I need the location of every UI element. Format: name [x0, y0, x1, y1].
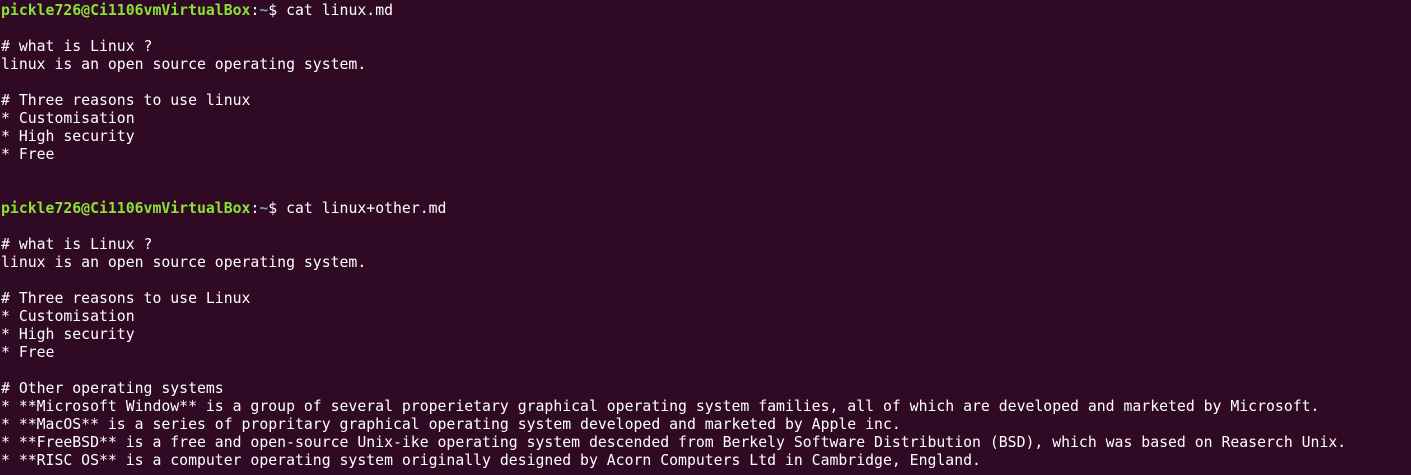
output-line: * **RISC OS** is a computer operating sy…	[1, 452, 981, 469]
output-line: linux is an open source operating system…	[1, 56, 367, 73]
output-line: # Three reasons to use Linux	[1, 290, 251, 307]
output-line: * **FreeBSD** is a free and open-source …	[1, 434, 1347, 451]
prompt-symbol: $	[268, 200, 287, 217]
command-output-1: # what is Linux ? linux is an open sourc…	[1, 20, 1411, 200]
output-line: # what is Linux ?	[1, 38, 153, 55]
output-line: * Customisation	[1, 308, 135, 325]
output-line: * High security	[1, 128, 135, 145]
output-line: * Free	[1, 146, 55, 163]
output-line: # Other operating systems	[1, 380, 224, 397]
output-line: # what is Linux ?	[1, 236, 153, 253]
prompt-user-host: pickle726@Ci1106vmVirtualBox	[1, 200, 251, 217]
terminal-window[interactable]: pickle726@Ci1106vmVirtualBox:~$ cat linu…	[0, 0, 1411, 475]
command-text: cat linux+other.md	[286, 200, 447, 217]
output-line: linux is an open source operating system…	[1, 254, 367, 271]
command-text: cat linux.md	[286, 2, 394, 19]
output-line: * **Microsoft Window** is a group of sev…	[1, 398, 1320, 415]
prompt-line-2: pickle726@Ci1106vmVirtualBox:~$ cat linu…	[1, 200, 1411, 218]
output-line: * **MacOS** is a series of propritary gr…	[1, 416, 901, 433]
prompt-path: ~	[259, 2, 269, 19]
output-line: # Three reasons to use linux	[1, 92, 251, 109]
command-output-2: # what is Linux ? linux is an open sourc…	[1, 218, 1411, 470]
prompt-user-host: pickle726@Ci1106vmVirtualBox	[1, 2, 251, 19]
prompt-path: ~	[259, 200, 269, 217]
output-line: * Free	[1, 344, 55, 361]
output-line: * Customisation	[1, 110, 135, 127]
output-line: * High security	[1, 326, 135, 343]
prompt-line-1: pickle726@Ci1106vmVirtualBox:~$ cat linu…	[1, 2, 1411, 20]
prompt-symbol: $	[268, 2, 287, 19]
